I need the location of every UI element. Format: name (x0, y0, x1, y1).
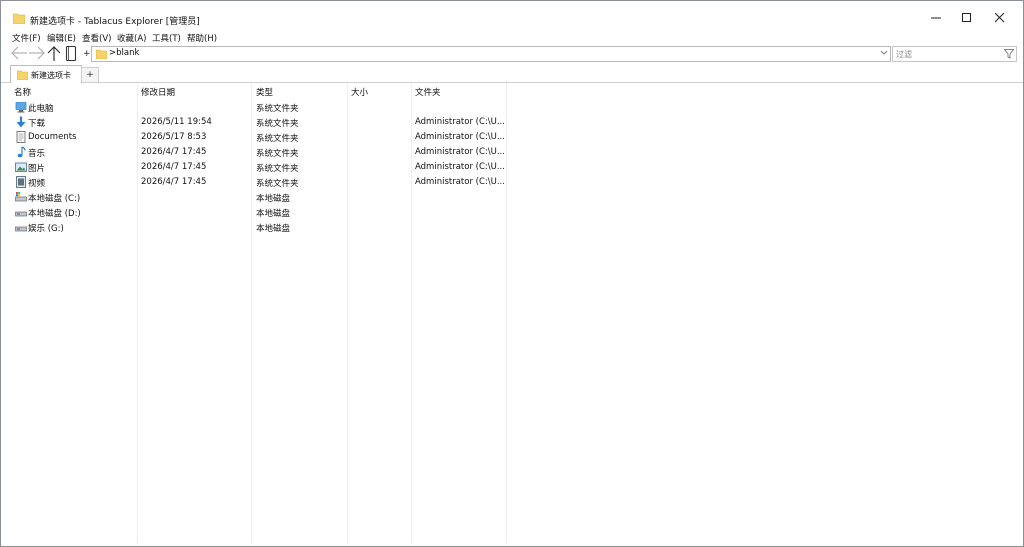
filter-input[interactable]: 过滤 (892, 46, 1017, 62)
table-row[interactable]: Documents 2026/5/17 8:53 系统文件夹 Administrato… (8, 130, 508, 145)
row-type: 系统文件夹 (256, 134, 299, 144)
folder-icon (96, 49, 107, 59)
add-tab-button[interactable]: + (81, 67, 99, 82)
menu-file[interactable]: 文件(F) (12, 32, 41, 44)
row-folder: Administrator (C:\U... (415, 117, 505, 127)
table-row[interactable]: 娱乐 (G:) 本地磁盘 (8, 220, 508, 235)
music-icon (17, 146, 26, 158)
row-name: Documents (28, 132, 77, 142)
up-arrow-icon[interactable] (47, 45, 61, 62)
table-row[interactable]: 图片 2026/4/7 17:45 系统文件夹 Administrator (C:\U… (8, 160, 508, 175)
menu-favorites[interactable]: 收藏(A) (117, 32, 146, 44)
column-header-folder[interactable]: 文件夹 (415, 86, 441, 98)
maximize-button[interactable] (952, 7, 982, 29)
row-name: 本地磁盘 (D:) (28, 209, 81, 219)
drive-icon (15, 211, 27, 217)
row-name: 娱乐 (G:) (28, 224, 64, 234)
tab-new[interactable]: 新建选项卡 (10, 65, 82, 83)
minimize-button[interactable] (921, 7, 951, 29)
filter-placeholder: 过滤 (896, 50, 912, 59)
folder-icon (17, 70, 28, 80)
pictures-icon (15, 162, 27, 172)
row-name: 下载 (28, 119, 46, 129)
system-drive-icon (15, 192, 27, 202)
row-type: 本地磁盘 (256, 209, 291, 219)
row-type: 系统文件夹 (256, 119, 299, 129)
row-type: 本地磁盘 (256, 224, 291, 234)
table-row[interactable]: 视频 2026/4/7 17:45 系统文件夹 Administrator (C:\U… (8, 175, 508, 190)
menu-edit[interactable]: 编辑(E) (47, 32, 76, 44)
drive-icon (15, 226, 27, 232)
table-row[interactable]: 此电脑 系统文件夹 (8, 100, 508, 115)
close-icon (995, 13, 1005, 23)
folder-icon (13, 13, 25, 24)
back-arrow-icon[interactable] (10, 45, 28, 62)
navigation-toolbar: + >blank 过滤 (1, 45, 1023, 63)
computer-icon (15, 102, 27, 113)
row-folder: Administrator (C:\U... (415, 162, 505, 172)
row-name: 图片 (28, 164, 46, 174)
row-name: 本地磁盘 (C:) (28, 194, 81, 204)
forward-arrow-icon[interactable] (28, 45, 46, 62)
row-type: 系统文件夹 (256, 104, 299, 114)
row-modified: 2026/4/7 17:45 (141, 147, 207, 157)
column-header-size[interactable]: 大小 (351, 86, 368, 98)
menu-help[interactable]: 帮助(H) (187, 32, 217, 44)
address-text: >blank (109, 48, 140, 58)
downloads-icon (16, 116, 26, 128)
row-type: 系统文件夹 (256, 179, 299, 189)
column-header-name[interactable]: 名称 (14, 86, 31, 98)
address-add-button[interactable]: + (83, 49, 91, 59)
tablet-icon[interactable] (64, 45, 78, 62)
row-folder: Administrator (C:\U... (415, 147, 505, 157)
menu-bar: 文件(F) 编辑(E) 查看(V) 收藏(A) 工具(T) 帮助(H) (1, 31, 1023, 45)
documents-icon (16, 131, 26, 143)
filter-icon[interactable] (1004, 49, 1014, 59)
row-modified: 2026/5/17 8:53 (141, 132, 207, 142)
column-header-type[interactable]: 类型 (256, 86, 273, 98)
videos-icon (16, 176, 26, 188)
table-row[interactable]: 音乐 2026/4/7 17:45 系统文件夹 Administrator (C:\U… (8, 145, 508, 160)
chevron-down-icon[interactable] (880, 50, 888, 56)
row-name: 视频 (28, 179, 46, 189)
table-row[interactable]: 本地磁盘 (D:) 本地磁盘 (8, 205, 508, 220)
tab-label: 新建选项卡 (31, 71, 71, 80)
row-folder: Administrator (C:\U... (415, 132, 505, 142)
title-bar[interactable]: 新建选项卡 - Tablacus Explorer [管理员] (1, 1, 1023, 31)
row-type: 系统文件夹 (256, 164, 299, 174)
row-name: 此电脑 (28, 104, 54, 114)
maximize-icon (962, 13, 971, 22)
address-bar[interactable]: >blank (91, 46, 891, 62)
row-folder: Administrator (C:\U... (415, 177, 505, 187)
column-header-modified[interactable]: 修改日期 (141, 86, 175, 98)
table-row[interactable]: 下载 2026/5/11 19:54 系统文件夹 Administrator (C:\… (8, 115, 508, 130)
window-title: 新建选项卡 - Tablacus Explorer [管理员] (30, 17, 200, 27)
minimize-icon (931, 17, 941, 19)
row-type: 系统文件夹 (256, 149, 299, 159)
row-modified: 2026/4/7 17:45 (141, 162, 207, 172)
tab-bar: 新建选项卡 + (1, 63, 1023, 83)
row-name: 音乐 (28, 149, 46, 159)
row-modified: 2026/4/7 17:45 (141, 177, 207, 187)
row-type: 本地磁盘 (256, 194, 291, 204)
menu-tools[interactable]: 工具(T) (152, 32, 181, 44)
table-row[interactable]: 本地磁盘 (C:) 本地磁盘 (8, 190, 508, 205)
explorer-window: 新建选项卡 - Tablacus Explorer [管理员] 文件(F) 编辑… (0, 0, 1024, 547)
file-list[interactable]: 名称 修改日期 类型 大小 文件夹 此电脑 系统文件夹 下载 2026/5/11 19… (8, 83, 1018, 543)
close-button[interactable] (985, 7, 1015, 29)
menu-view[interactable]: 查看(V) (82, 32, 111, 44)
row-modified: 2026/5/11 19:54 (141, 117, 212, 127)
